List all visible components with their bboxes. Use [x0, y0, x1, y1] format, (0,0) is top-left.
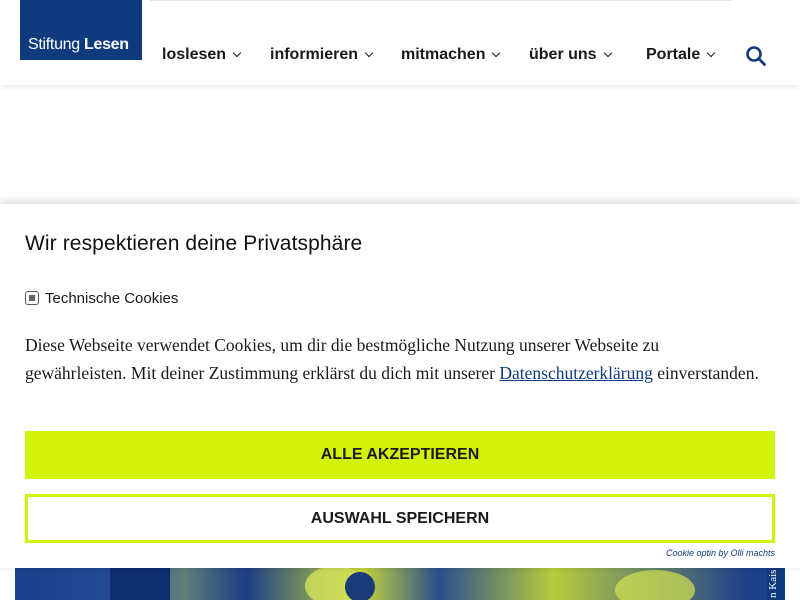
nav-item-mitmachen[interactable]: mitmachen — [401, 44, 501, 66]
logo-text-lesen: Lesen — [84, 36, 129, 53]
nav-item-ueber-uns[interactable]: über uns — [529, 44, 612, 66]
stiftung-lesen-logo[interactable]: Stiftung Lesen — [20, 0, 142, 60]
logo-text-stiftung: Stiftung — [28, 36, 80, 53]
chevron-down-icon — [603, 48, 612, 58]
search-icon — [746, 46, 766, 66]
chevron-down-icon — [707, 48, 716, 58]
checkbox-technical-cookies[interactable] — [25, 291, 39, 305]
nav-label: mitmachen — [401, 46, 486, 63]
cookie-optin-credit-link[interactable]: Cookie optin by Olli machts — [666, 548, 775, 558]
hero-photo-credit: n Kais — [767, 568, 785, 600]
cookie-category-technical[interactable]: Technische Cookies — [25, 289, 178, 307]
accept-all-button[interactable]: ALLE AKZEPTIEREN — [25, 431, 775, 479]
nav-label: Portale — [646, 46, 701, 63]
nav-item-portale[interactable]: Portale — [646, 44, 716, 66]
nav-label: informieren — [270, 46, 359, 63]
nav-label: loslesen — [162, 46, 227, 63]
chevron-down-icon — [492, 48, 501, 58]
chevron-down-icon — [232, 48, 242, 58]
nav-item-loslesen[interactable]: loslesen — [162, 44, 242, 66]
hero-shape — [615, 570, 695, 600]
search-button[interactable] — [744, 44, 768, 68]
cookie-description: Diese Webseite verwendet Cookies, um dir… — [25, 331, 765, 387]
save-selection-button[interactable]: AUSWAHL SPEICHERN — [25, 494, 775, 543]
cookie-category-label: Technische Cookies — [45, 289, 179, 307]
cookie-description-text-end: einverstanden. — [652, 363, 759, 383]
cookie-banner: Wir respektieren deine Privatsphäre Tech… — [0, 204, 800, 568]
privacy-policy-link[interactable]: Datenschutzerklärung — [499, 363, 653, 383]
nav-item-informieren[interactable]: informieren — [270, 44, 374, 66]
nav-label: über uns — [529, 46, 597, 63]
hero-shape — [345, 572, 375, 600]
chevron-down-icon — [364, 48, 374, 58]
site-header: Stiftung Lesen loslesen informieren mitm… — [0, 0, 800, 85]
header-divider — [150, 0, 732, 1]
cookie-banner-title: Wir respektieren deine Privatsphäre — [25, 232, 363, 255]
